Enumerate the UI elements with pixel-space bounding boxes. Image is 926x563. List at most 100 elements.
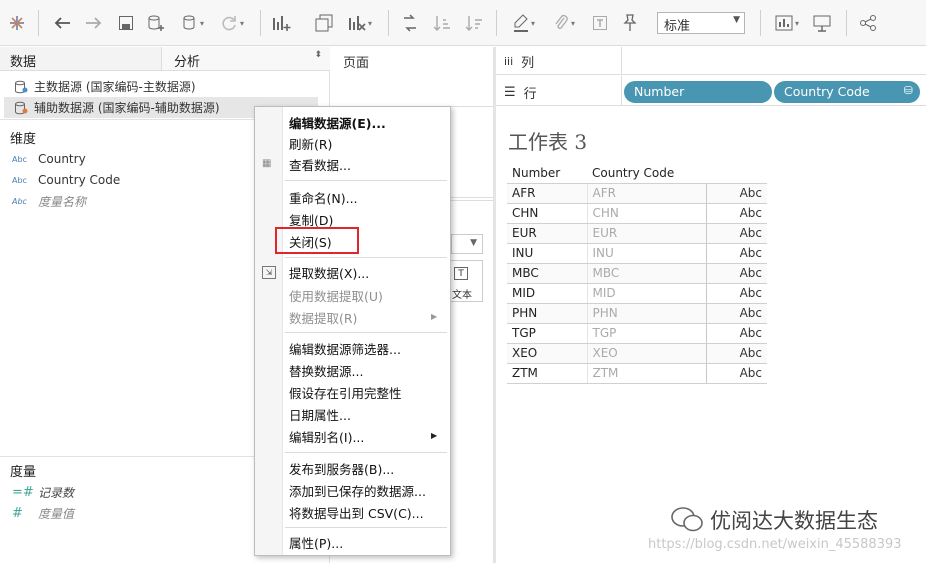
menu-export-csv[interactable]: 将数据导出到 CSV(C)...	[289, 502, 424, 522]
cell-number[interactable]: EUR	[507, 222, 587, 244]
cell-number[interactable]: PHN	[507, 302, 587, 324]
row-pill-number[interactable]: Number	[624, 81, 772, 103]
field-label: Country Code	[38, 173, 121, 187]
refresh-icon[interactable]: ▾	[214, 10, 250, 36]
table-row: TGP TGP Abc	[507, 322, 767, 344]
cell-number[interactable]: XEO	[507, 342, 587, 364]
new-datasource-icon[interactable]	[144, 10, 168, 36]
sort-descending-icon[interactable]	[462, 10, 486, 36]
cell-country-code[interactable]: INU	[586, 242, 706, 264]
group-members-icon[interactable]: ▾	[546, 10, 582, 36]
tab-data-label: 数据	[10, 55, 37, 70]
cell-text-mark[interactable]: Abc	[705, 222, 767, 244]
cell-text-mark[interactable]: Abc	[705, 262, 767, 284]
worksheet-table: Number Country Code AFR AFR Abc CHN CHN Abc EU…	[507, 164, 767, 384]
menu-assume-ref-integrity[interactable]: 假设存在引用完整性	[289, 382, 402, 402]
field-record-count[interactable]: =# 记录数	[12, 484, 74, 501]
cell-number[interactable]: MBC	[507, 262, 587, 284]
cell-country-code[interactable]: PHN	[586, 302, 706, 324]
cell-text-mark[interactable]: Abc	[705, 302, 767, 324]
pages-label: 页面	[343, 56, 370, 71]
cell-country-code[interactable]: MBC	[586, 262, 706, 284]
menu-edit-datasource[interactable]: 编辑数据源(E)...	[289, 112, 386, 132]
field-measure-values[interactable]: # 度量值	[12, 505, 74, 522]
highlight-icon[interactable]: ▾	[506, 10, 542, 36]
datasource-primary[interactable]: 主数据源 (国家编码-主数据源)	[14, 78, 196, 95]
column-header-number[interactable]: Number	[507, 164, 587, 183]
fit-view-select[interactable]: 标准 ▼	[657, 12, 745, 34]
cell-number[interactable]: TGP	[507, 322, 587, 344]
cell-number[interactable]: MID	[507, 282, 587, 304]
watermark-url: https://blog.csdn.net/weixin_45588393	[648, 537, 902, 552]
cell-text-mark[interactable]: Abc	[705, 202, 767, 224]
columns-shelf[interactable]: iii 列	[496, 47, 926, 75]
show-mark-labels-icon[interactable]	[588, 10, 612, 36]
cell-number[interactable]: ZTM	[507, 362, 587, 384]
table-row: MID MID Abc	[507, 282, 767, 304]
number-type-icon: #	[12, 506, 23, 521]
menu-publish[interactable]: 发布到服务器(B)...	[289, 458, 394, 478]
mark-type-select[interactable]: ▼	[451, 234, 483, 254]
table-row: INU INU Abc	[507, 242, 767, 264]
columns-shelf-label: iii 列	[504, 52, 534, 71]
redo-icon[interactable]	[82, 10, 106, 36]
cell-text-mark[interactable]: Abc	[705, 362, 767, 384]
field-measure-names[interactable]: Abc 度量名称	[12, 193, 86, 210]
new-worksheet-icon[interactable]	[270, 10, 294, 36]
share-icon[interactable]	[856, 10, 880, 36]
submenu-arrow-icon: ▶	[431, 312, 438, 321]
cell-text-mark[interactable]: Abc	[705, 322, 767, 344]
menu-refresh[interactable]: 刷新(R)	[289, 133, 332, 153]
cell-text-mark[interactable]: Abc	[705, 342, 767, 364]
menu-view-data[interactable]: 查看数据...	[289, 154, 351, 174]
save-icon[interactable]	[114, 10, 138, 36]
clear-sheet-icon[interactable]: ▾	[342, 10, 378, 36]
cell-number[interactable]: CHN	[507, 202, 587, 224]
cell-country-code[interactable]: ZTM	[586, 362, 706, 384]
menu-add-saved-datasource[interactable]: 添加到已保存的数据源...	[289, 480, 426, 500]
sort-ascending-icon[interactable]	[430, 10, 454, 36]
cell-number[interactable]: AFR	[507, 182, 587, 204]
cell-text-mark[interactable]: Abc	[705, 182, 767, 204]
database-icon	[15, 101, 28, 114]
cell-country-code[interactable]: MID	[586, 282, 706, 304]
menu-rename[interactable]: 重命名(N)...	[289, 187, 358, 207]
field-label: Country	[38, 152, 86, 166]
cell-number[interactable]: INU	[507, 242, 587, 264]
menu-edit-filters[interactable]: 编辑数据源筛选器...	[289, 338, 401, 358]
tab-data[interactable]: 数据	[0, 47, 162, 71]
swap-rows-columns-icon[interactable]	[398, 10, 422, 36]
presentation-mode-icon[interactable]	[810, 10, 834, 36]
cell-text-mark[interactable]: Abc	[705, 282, 767, 304]
table-row: AFR AFR Abc	[507, 182, 767, 204]
field-country-code[interactable]: Abc Country Code	[12, 173, 120, 187]
menu-replace-datasource[interactable]: 替换数据源...	[289, 360, 363, 380]
column-header-country-code[interactable]: Country Code	[587, 164, 767, 183]
tab-analysis[interactable]: 分析 ⬍	[162, 47, 330, 71]
cell-country-code[interactable]: AFR	[586, 182, 706, 204]
undo-icon[interactable]	[50, 10, 74, 36]
menu-extract-data[interactable]: 提取数据(X)...	[289, 262, 369, 282]
table-row: XEO XEO Abc	[507, 342, 767, 364]
cell-country-code[interactable]: CHN	[586, 202, 706, 224]
rows-shelf-label: ☰ 行	[504, 83, 537, 102]
tableau-logo-icon[interactable]	[6, 10, 28, 36]
fix-axes-pin-icon[interactable]	[618, 10, 642, 36]
cell-country-code[interactable]: EUR	[586, 222, 706, 244]
menu-edit-aliases[interactable]: 编辑别名(I)...	[289, 426, 364, 446]
menu-duplicate[interactable]: 复制(D)	[289, 209, 333, 229]
menu-properties[interactable]: 属性(P)...	[289, 532, 343, 552]
table-row: ZTM ZTM Abc	[507, 362, 767, 384]
cell-country-code[interactable]: TGP	[586, 322, 706, 344]
row-pill-country-code[interactable]: Country Code ⛁	[774, 81, 920, 103]
duplicate-sheet-icon[interactable]	[312, 10, 336, 36]
pages-shelf[interactable]: 页面	[331, 47, 493, 107]
field-country[interactable]: Abc Country	[12, 152, 86, 166]
show-me-icon[interactable]: ▾	[770, 10, 804, 36]
columns-icon: iii	[504, 55, 514, 68]
menu-date-properties[interactable]: 日期属性...	[289, 404, 351, 424]
cell-text-mark[interactable]: Abc	[705, 242, 767, 264]
measures-title: 度量	[10, 465, 37, 480]
pause-update-icon[interactable]: ▾	[176, 10, 210, 36]
cell-country-code[interactable]: XEO	[586, 342, 706, 364]
